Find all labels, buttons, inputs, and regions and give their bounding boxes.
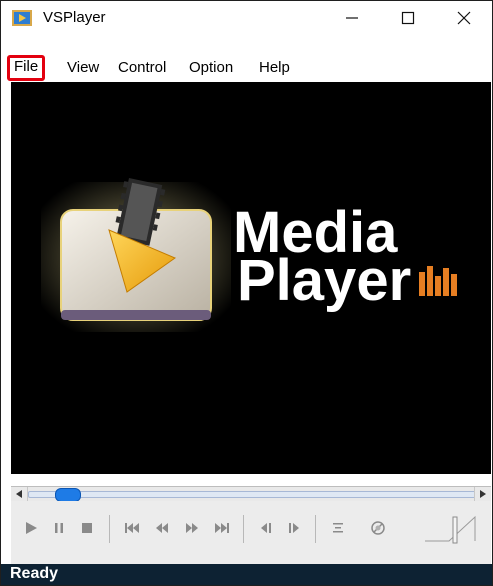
separator	[243, 515, 244, 543]
pause-button[interactable]	[49, 518, 69, 538]
title-bar: VSPlayer	[1, 1, 492, 35]
separator	[109, 515, 110, 543]
minimize-icon	[346, 17, 358, 19]
menu-file[interactable]: File	[7, 55, 46, 81]
menu-help[interactable]: Help	[259, 58, 290, 78]
menu-control[interactable]: Control	[118, 58, 166, 78]
status-bar: Ready	[1, 564, 492, 585]
skip-end-icon	[215, 523, 229, 533]
frame-forward-icon	[289, 523, 299, 533]
separator	[315, 515, 316, 543]
fast-forward-button[interactable]	[181, 518, 203, 538]
play-icon	[26, 522, 37, 534]
close-icon	[457, 11, 471, 25]
control-bar	[11, 501, 491, 564]
menu-bar: File View Control Option Help	[1, 55, 492, 81]
rewind-button[interactable]	[151, 518, 173, 538]
volume-slider[interactable]	[423, 511, 483, 545]
maximize-icon	[401, 11, 415, 25]
media-player-logo: Media Player	[41, 178, 457, 332]
status-text: Ready	[10, 565, 59, 582]
play-button[interactable]	[21, 518, 41, 538]
seek-left-arrow[interactable]	[11, 487, 28, 501]
stop-icon	[82, 523, 92, 533]
app-icon	[12, 10, 32, 26]
equalizer-icon	[419, 266, 457, 296]
seek-thumb[interactable]	[55, 488, 81, 502]
fast-forward-icon	[186, 523, 198, 533]
menu-view[interactable]: View	[67, 58, 99, 78]
seek-track[interactable]	[28, 491, 480, 498]
logo-text-player: Player	[237, 248, 411, 313]
playlist-button[interactable]	[327, 518, 349, 538]
stop-button[interactable]	[77, 518, 97, 538]
skip-start-icon	[125, 523, 139, 533]
playlist-icon	[333, 523, 343, 533]
frame-back-icon	[261, 523, 271, 533]
minimize-button[interactable]	[329, 1, 375, 35]
snapshot-icon	[371, 521, 385, 535]
pause-icon	[55, 523, 63, 533]
seek-bar[interactable]	[11, 486, 491, 502]
skip-end-button[interactable]	[211, 518, 233, 538]
app-window: VSPlayer File View Control Option Help M…	[0, 0, 493, 586]
video-area[interactable]: Media Player	[11, 82, 491, 474]
close-button[interactable]	[441, 1, 487, 35]
frame-forward-button[interactable]	[283, 518, 305, 538]
seek-right-arrow[interactable]	[474, 487, 491, 501]
window-title: VSPlayer	[43, 9, 106, 26]
volume-slider-icon	[425, 515, 476, 544]
frame-back-button[interactable]	[255, 518, 277, 538]
rewind-icon	[156, 523, 168, 533]
arrow-right-icon	[480, 490, 486, 498]
arrow-left-icon	[16, 490, 22, 498]
skip-start-button[interactable]	[121, 518, 143, 538]
snapshot-button[interactable]	[367, 518, 389, 538]
menu-option[interactable]: Option	[189, 58, 233, 78]
maximize-button[interactable]	[385, 1, 431, 35]
